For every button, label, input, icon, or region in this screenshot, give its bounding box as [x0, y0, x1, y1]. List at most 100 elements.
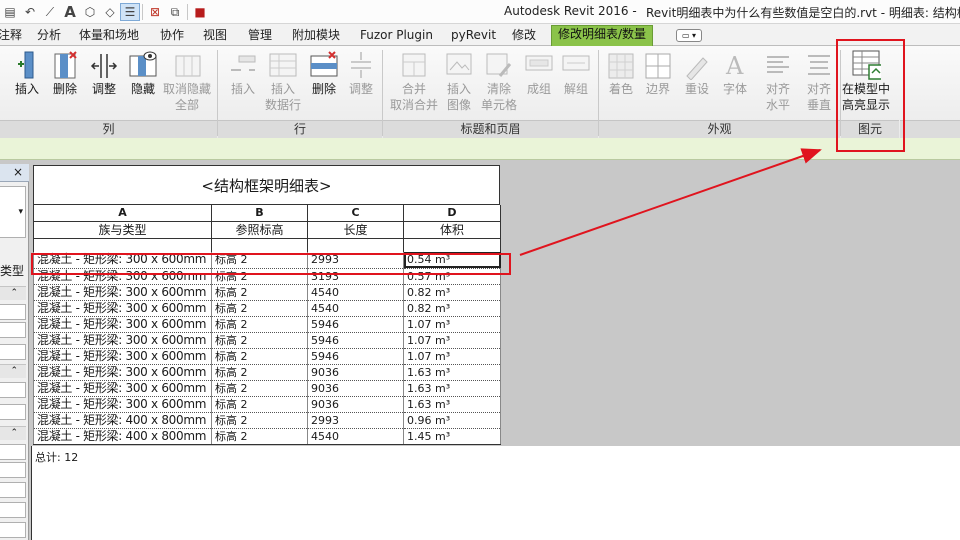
column-letter[interactable]: C [307, 205, 404, 222]
table-row[interactable]: 混凝土 - 矩形梁: 300 x 600mm 标高 2 5946 1.07 m³ [33, 348, 501, 365]
tab-collaborate[interactable]: 协作 [160, 27, 184, 46]
tab-annotate[interactable]: 注释 [0, 27, 22, 46]
tab-view[interactable]: 视图 [203, 27, 227, 46]
tab-addins[interactable]: 附加模块 [292, 27, 340, 46]
table-cell[interactable]: 5946 [307, 316, 404, 333]
table-cell[interactable]: 9036 [307, 396, 404, 413]
hide-column-button[interactable]: 隐藏 [128, 49, 158, 97]
tab-fuzor-plugin[interactable]: Fuzor Plugin [360, 27, 433, 46]
table-cell[interactable]: 1.45 m³ [403, 428, 501, 445]
property-field[interactable] [0, 462, 26, 478]
table-cell[interactable]: 1.07 m³ [403, 316, 501, 333]
clear-cell-button[interactable]: 清除 单元格 [481, 49, 517, 113]
table-cell[interactable]: 1.63 m³ [403, 380, 501, 397]
delete-column-button[interactable]: 删除 [50, 49, 80, 97]
tab-modify-schedule[interactable]: 修改明细表/数量 [551, 25, 654, 47]
table-cell[interactable]: 0.82 m³ [403, 300, 501, 317]
thin-lines-icon[interactable]: ☰ [120, 3, 140, 21]
group-button[interactable]: 成组 [524, 49, 554, 97]
table-cell[interactable]: 标高 2 [211, 396, 308, 413]
unhide-all-button[interactable]: 取消隐藏 全部 [163, 49, 211, 113]
table-cell[interactable]: 混凝土 - 矩形梁: 400 x 800mm [33, 412, 212, 429]
open-icon[interactable]: ▤ [0, 3, 20, 21]
merge-button[interactable]: 合并 取消合并 [390, 49, 438, 113]
family-icon[interactable]: ■ [190, 3, 210, 21]
table-row[interactable]: 混凝土 - 矩形梁: 300 x 600mm 标高 2 9036 1.63 m³ [33, 396, 501, 413]
align-horizontal-button[interactable]: 对齐 水平 [763, 49, 793, 113]
table-cell[interactable]: 5946 [307, 348, 404, 365]
tab-dropdown-icon[interactable]: ▭ ▾ [676, 29, 702, 42]
align-vertical-button[interactable]: 对齐 垂直 [804, 49, 834, 113]
property-field[interactable] [0, 322, 26, 338]
table-cell[interactable]: 4540 [307, 284, 404, 301]
column-header[interactable]: 参照标高 [211, 221, 308, 239]
table-cell[interactable]: 5946 [307, 332, 404, 349]
property-field[interactable] [0, 502, 26, 518]
table-cell[interactable]: 2993 [307, 412, 404, 429]
3d-view-icon[interactable]: ⬡ [80, 3, 100, 21]
table-cell[interactable]: 混凝土 - 矩形梁: 300 x 600mm [33, 396, 212, 413]
table-cell[interactable]: 4540 [307, 428, 404, 445]
table-row[interactable]: 混凝土 - 矩形梁: 400 x 800mm 标高 2 2993 0.96 m³ [33, 412, 501, 429]
table-row[interactable]: 混凝土 - 矩形梁: 300 x 600mm 标高 2 5946 1.07 m³ [33, 332, 501, 349]
tab-pyrevit[interactable]: pyRevit [451, 27, 496, 46]
column-letter[interactable]: D [403, 205, 501, 222]
resize-column-button[interactable]: 调整 [89, 49, 119, 97]
property-field[interactable] [0, 522, 26, 538]
insert-data-row-button[interactable]: 插入 数据行 [265, 49, 301, 113]
table-cell[interactable]: 9036 [307, 364, 404, 381]
table-cell[interactable]: 混凝土 - 矩形梁: 300 x 600mm [33, 300, 212, 317]
column-header[interactable]: 体积 [403, 221, 501, 239]
delete-row-button[interactable]: 删除 [309, 49, 339, 97]
table-cell[interactable]: 混凝土 - 矩形梁: 300 x 600mm [33, 332, 212, 349]
type-selector[interactable]: ▾ [0, 186, 26, 238]
table-row[interactable]: 混凝土 - 矩形梁: 300 x 600mm 标高 2 5946 1.07 m³ [33, 316, 501, 333]
property-field[interactable] [0, 382, 26, 398]
property-field[interactable] [0, 482, 26, 498]
table-row[interactable]: 混凝土 - 矩形梁: 300 x 600mm 标高 2 9036 1.63 m³ [33, 380, 501, 397]
tab-modify[interactable]: 修改 [512, 27, 536, 46]
resize-row-button[interactable]: 调整 [346, 49, 376, 97]
table-cell[interactable]: 0.82 m³ [403, 284, 501, 301]
table-cell[interactable]: 混凝土 - 矩形梁: 300 x 600mm [33, 380, 212, 397]
table-cell[interactable]: 标高 2 [211, 284, 308, 301]
column-letter[interactable]: B [211, 205, 308, 222]
reset-button[interactable]: 重设 [682, 49, 712, 97]
table-cell[interactable]: 标高 2 [211, 316, 308, 333]
table-cell[interactable]: 混凝土 - 矩形梁: 300 x 600mm [33, 348, 212, 365]
collapse-icon[interactable]: ⌃ [0, 364, 26, 378]
schedule-title[interactable]: <结构框架明细表> [33, 165, 500, 205]
ungroup-button[interactable]: 解组 [561, 49, 591, 97]
table-cell[interactable]: 混凝土 - 矩形梁: 300 x 600mm [33, 284, 212, 301]
table-row[interactable]: 混凝土 - 矩形梁: 300 x 600mm 标高 2 4540 0.82 m³ [33, 284, 501, 301]
table-cell[interactable]: 0.96 m³ [403, 412, 501, 429]
measure-icon[interactable]: ⟋ [40, 3, 60, 21]
table-cell[interactable]: 标高 2 [211, 332, 308, 349]
table-cell[interactable]: 1.63 m³ [403, 364, 501, 381]
property-field[interactable] [0, 304, 26, 320]
column-header[interactable]: 族与类型 [33, 221, 212, 239]
section-icon[interactable]: ◇ [100, 3, 120, 21]
switch-windows-icon[interactable]: ⧉ [165, 3, 185, 21]
insert-column-button[interactable]: 插入 [12, 49, 42, 97]
table-cell[interactable]: 标高 2 [211, 428, 308, 445]
column-header[interactable]: 长度 [307, 221, 404, 239]
table-cell[interactable]: 1.07 m³ [403, 332, 501, 349]
table-cell[interactable]: 标高 2 [211, 380, 308, 397]
table-cell[interactable]: 标高 2 [211, 300, 308, 317]
collapse-icon[interactable]: ⌃ [0, 286, 26, 300]
font-button[interactable]: A 字体 [720, 49, 750, 97]
table-cell[interactable]: 标高 2 [211, 348, 308, 365]
property-field[interactable] [0, 444, 26, 460]
close-hidden-icon[interactable]: ⊠ [145, 3, 165, 21]
table-cell[interactable]: 标高 2 [211, 412, 308, 429]
table-cell[interactable]: 标高 2 [211, 364, 308, 381]
borders-button[interactable]: 边界 [643, 49, 673, 97]
insert-row-button[interactable]: 插入 [228, 49, 258, 97]
table-row[interactable]: 混凝土 - 矩形梁: 400 x 800mm 标高 2 4540 1.45 m³ [33, 428, 501, 445]
table-cell[interactable]: 1.07 m³ [403, 348, 501, 365]
close-icon[interactable]: × [0, 164, 29, 182]
table-cell[interactable]: 9036 [307, 380, 404, 397]
undo-icon[interactable]: ↶ [20, 3, 40, 21]
insert-image-button[interactable]: 插入 图像 [444, 49, 474, 113]
